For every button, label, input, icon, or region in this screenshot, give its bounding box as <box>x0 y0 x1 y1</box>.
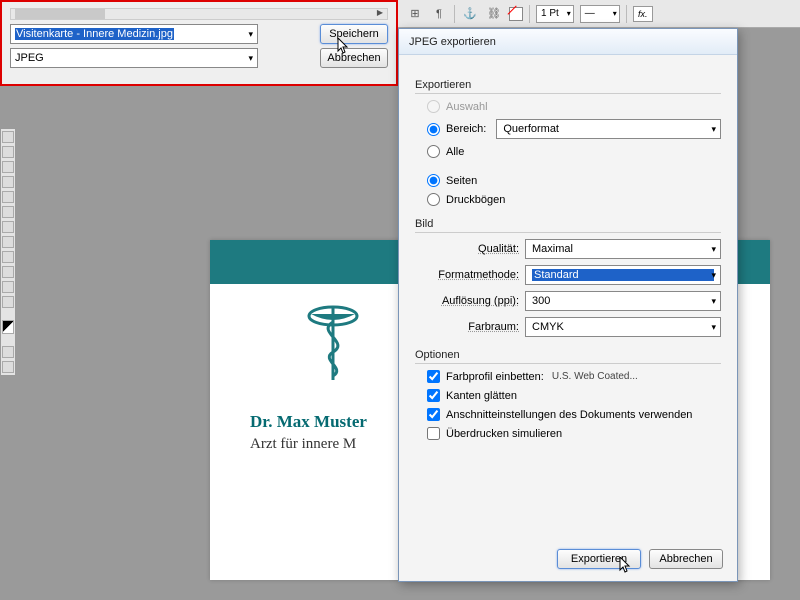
radio-seiten[interactable]: Seiten <box>427 174 721 187</box>
filename-combo[interactable]: Visitenkarte - Innere Medizin.jpg <box>10 24 258 44</box>
horizontal-scrollbar[interactable] <box>10 8 388 20</box>
save-dialog-excerpt: Visitenkarte - Innere Medizin.jpg Speich… <box>0 0 398 86</box>
separator <box>626 5 627 23</box>
align-icon[interactable]: ⊞ <box>406 5 424 23</box>
radio-bereich[interactable]: Bereich:Querformat <box>427 119 721 139</box>
tool-mode[interactable] <box>2 346 14 358</box>
chain-icon[interactable]: ⛓ <box>485 5 503 23</box>
tool-eyedrop[interactable] <box>2 266 14 278</box>
stroke-weight-dropdown[interactable]: 1 Pt <box>536 5 574 23</box>
radio-druckboegen[interactable]: Druckbögen <box>427 193 721 206</box>
format-combo[interactable]: JPEG <box>10 48 258 68</box>
check-anschnitt[interactable]: Anschnitteinstellungen des Dokuments ver… <box>427 408 721 421</box>
radio-auswahl: Auswahl <box>427 100 721 113</box>
tool-selection[interactable] <box>2 131 14 143</box>
save-button[interactable]: Speichern <box>320 24 388 44</box>
check-kanten[interactable]: Kanten glätten <box>427 389 721 402</box>
tool-type[interactable] <box>2 176 14 188</box>
tool-direct[interactable] <box>2 146 14 158</box>
dialog-title: JPEG exportieren <box>409 36 496 48</box>
label-formatmethode: Formatmethode: <box>415 269 519 281</box>
label-farbraum: Farbraum: <box>415 321 519 333</box>
tool-line[interactable] <box>2 191 14 203</box>
export-button[interactable]: Exportieren <box>557 549 641 569</box>
farbraum-dropdown[interactable]: CMYK <box>525 317 721 337</box>
label-aufloesung: Auflösung (ppi): <box>415 295 519 307</box>
separator <box>529 5 530 23</box>
aufloesung-dropdown[interactable]: 300 <box>525 291 721 311</box>
label-qualitaet: Qualität: <box>415 243 519 255</box>
format-text: JPEG <box>15 52 44 64</box>
swatch-none[interactable] <box>509 7 523 21</box>
tool-scissors[interactable] <box>2 221 14 233</box>
cancel-button[interactable]: Abbrechen <box>320 48 388 68</box>
tool-pen[interactable] <box>2 161 14 173</box>
tool-zoom[interactable] <box>2 296 14 308</box>
qualitaet-dropdown[interactable]: Maximal <box>525 239 721 259</box>
dialog-titlebar[interactable]: JPEG exportieren <box>399 29 737 55</box>
profile-value: U.S. Web Coated... <box>552 371 638 382</box>
formatmethode-dropdown[interactable]: Standard <box>525 265 721 285</box>
group-export-heading: Exportieren <box>415 79 721 94</box>
tool-rect[interactable] <box>2 206 14 218</box>
para-icon[interactable]: ¶ <box>430 5 448 23</box>
stroke-style-dropdown[interactable]: — <box>580 5 620 23</box>
separator <box>454 5 455 23</box>
tool-hand[interactable] <box>2 281 14 293</box>
tools-panel <box>0 128 16 376</box>
check-ueberdrucken[interactable]: Überdrucken simulieren <box>427 427 721 440</box>
tool-screen[interactable] <box>2 361 14 373</box>
group-bild-heading: Bild <box>415 218 721 233</box>
medical-logo-icon <box>306 304 360 387</box>
anchor-icon[interactable]: ⚓ <box>461 5 479 23</box>
fx-button[interactable]: fx. <box>633 6 653 22</box>
tool-rotate[interactable] <box>2 236 14 248</box>
dialog-cancel-button[interactable]: Abbrechen <box>649 549 723 569</box>
filename-text: Visitenkarte - Innere Medizin.jpg <box>15 28 174 40</box>
radio-alle[interactable]: Alle <box>427 145 721 158</box>
jpeg-export-dialog: JPEG exportieren Exportieren Auswahl Ber… <box>398 28 738 582</box>
group-optionen-heading: Optionen <box>415 349 721 364</box>
check-farbprofil[interactable]: Farbprofil einbetten:U.S. Web Coated... <box>427 370 721 383</box>
bereich-dropdown[interactable]: Querformat <box>496 119 721 139</box>
fill-stroke-swatch[interactable] <box>2 320 14 334</box>
top-toolbar: ⊞ ¶ ⚓ ⛓ 1 Pt — fx. <box>398 0 800 28</box>
tool-gradient[interactable] <box>2 251 14 263</box>
